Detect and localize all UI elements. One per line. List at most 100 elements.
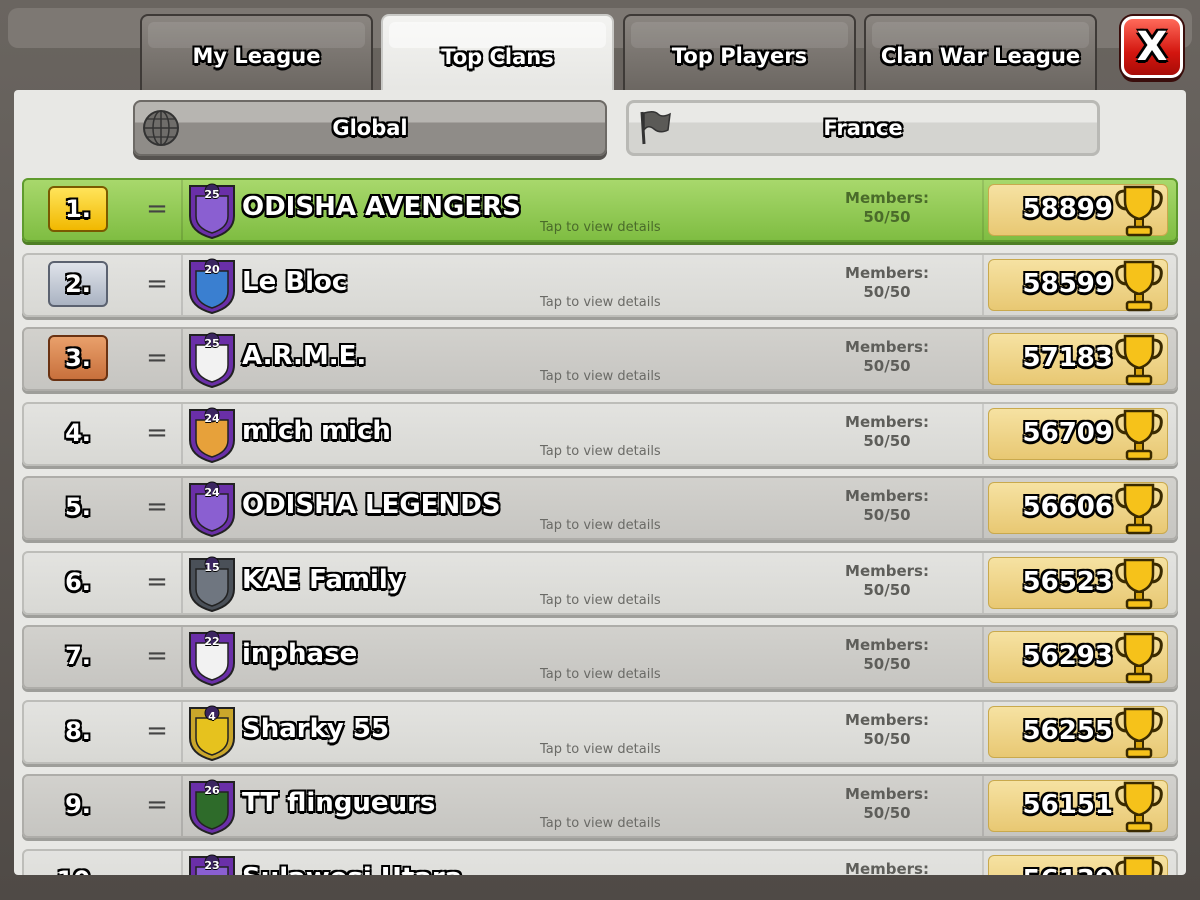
clan-name: ODISHA AVENGERS [242,192,521,222]
clan-row[interactable]: 9. = 26 TT flingueurs Tap to view details Mem… [22,774,1178,838]
clan-badge-icon: 20 [184,257,240,315]
rank-change-indicator: = [144,863,170,876]
trophy-icon [1113,181,1165,239]
members-info: Members: [832,860,942,876]
row-divider [181,552,183,613]
filter-global-label: Global [332,116,408,140]
members-label: Members: [845,263,929,282]
clan-level: 4 [208,709,216,723]
rank-change-indicator: = [146,268,168,299]
clan-badge-icon: 24 [184,480,240,538]
trophy-icon [1113,852,1165,875]
row-divider [181,403,183,464]
row-divider [982,552,984,613]
row-divider [982,254,984,315]
row-divider [982,850,984,875]
rank-label: 9. [65,791,91,819]
row-divider [982,403,984,464]
tab-top-players[interactable]: Top Players [623,14,856,92]
members-info: Members: 50/50 [832,189,942,227]
rank-label: 6. [65,567,91,596]
tap-hint: Tap to view details [540,741,661,757]
trophy-box: 56151 [988,780,1168,833]
tab-label: My League [192,44,321,68]
trophy-icon [1113,479,1165,537]
clan-badge-icon: 22 [184,629,240,687]
tap-hint: Tap to view details [540,816,661,831]
clan-row[interactable]: 8. = 4 Sharky 55 Tap to view details Members:… [22,699,1178,764]
tab-my-league[interactable]: My League [140,14,373,92]
filter-global-button[interactable]: Global [133,100,607,156]
members-info: Members: 50/50 [832,636,942,674]
members-info: Members: 50/50 [832,264,942,302]
row-divider [982,478,984,538]
clan-row[interactable]: 6. = 15 KAE Family Tap to view details Member… [22,550,1178,615]
trophy-box: 56293 [988,628,1168,686]
row-divider [181,478,183,538]
clan-level: 20 [204,262,220,276]
clan-level: 22 [204,635,220,648]
trophy-count: 57183 [1022,343,1113,373]
trophy-icon [1113,628,1165,686]
trophy-count: 56151 [1022,790,1113,820]
clan-name: inphase [242,639,358,669]
members-label: Members: [845,785,929,803]
members-count: 50/50 [863,431,911,450]
clan-level: 26 [204,784,220,797]
members-label: Members: [845,859,929,876]
clan-name: Sharky 55 [242,713,390,744]
rank-label: 7. [65,642,91,670]
tab-label: Top Clans [441,45,554,69]
trophy-box: 57183 [988,330,1168,388]
clan-name: ODISHA LEGENDS [242,490,501,520]
clan-row[interactable]: 2. = 20 Le Bloc Tap to view details Members: 5… [22,252,1178,317]
leaderboard-panel: Global France 1. = 25 ODISHA AVENGERS Tap to… [14,90,1186,875]
tap-hint: Tap to view details [540,294,661,310]
clan-row[interactable]: 4. = 24 mich mich Tap to view details Members… [22,401,1178,466]
clan-badge-icon: 24 [184,406,240,464]
tap-hint: Tap to view details [540,220,661,235]
trophy-box: 56130 [988,852,1168,876]
trophy-count: 56130 [997,865,1113,876]
row-divider [181,627,183,687]
members-info: Members: 50/50 [832,487,942,525]
rank-change-indicator: = [146,641,168,671]
rank-change-indicator: = [146,194,168,224]
members-count: 50/50 [863,357,911,375]
members-label: Members: [845,338,929,356]
members-count: 50/50 [863,655,911,673]
tab-top-clans[interactable]: Top Clans [381,14,614,94]
rank-change-indicator: = [146,492,168,522]
trophy-box: 56606 [988,479,1168,537]
trophy-box: 58899 [988,181,1168,239]
members-label: Members: [845,710,929,729]
clan-level: 25 [204,188,220,201]
trophy-icon [1113,330,1165,388]
rank-change-indicator: = [146,417,168,448]
members-count: 50/50 [863,208,911,226]
trophy-box: 56709 [988,407,1168,460]
close-button[interactable]: X [1121,16,1183,78]
members-count: 50/50 [863,729,911,748]
clan-row[interactable]: 5. = 24 ODISHA LEGENDS Tap to view details Me… [22,476,1178,540]
rank-change-indicator: = [146,715,168,746]
trophy-count: 56606 [1022,492,1113,522]
row-divider [982,701,984,762]
filter-france-button[interactable]: France [626,100,1100,156]
clan-row[interactable]: 3. = 25 A.R.M.E. Tap to view details Members:… [22,327,1178,391]
clan-row[interactable]: 1. = 25 ODISHA AVENGERS Tap to view details M… [22,178,1178,242]
members-info: Members: 50/50 [832,562,942,600]
clan-row[interactable]: 10. = 23 Sulawesi Utara Members: 56130 [22,848,1178,876]
row-divider [181,329,183,389]
tab-clan-war-league[interactable]: Clan War League [864,14,1097,92]
trophy-icon [1113,256,1165,314]
members-label: Members: [845,189,929,207]
rank-label: 2. [48,260,108,307]
trophy-count: 58599 [1022,268,1113,299]
rank-change-indicator: = [146,790,168,820]
row-divider [181,850,183,875]
tab-label: Top Players [671,44,808,68]
clan-row[interactable]: 7. = 22 inphase Tap to view details Members: 5… [22,625,1178,689]
trophy-count: 56523 [1022,566,1113,597]
clan-name: Le Bloc [242,266,348,297]
